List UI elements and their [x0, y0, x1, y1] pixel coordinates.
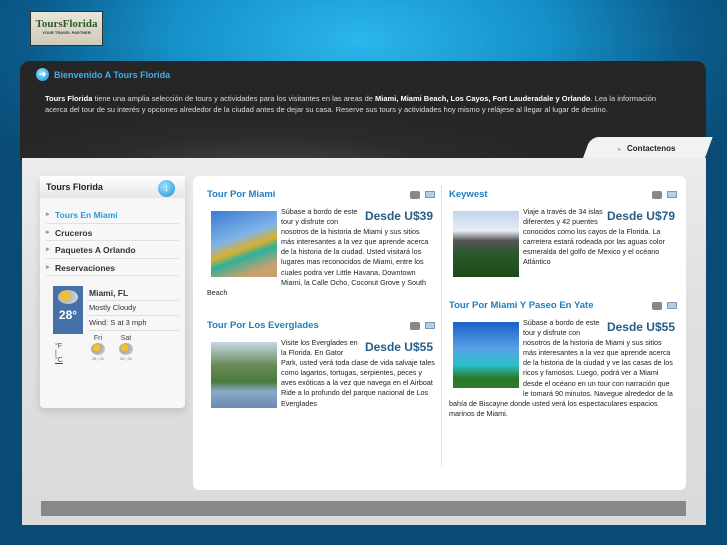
email-icon[interactable]: [667, 302, 677, 309]
email-icon[interactable]: [667, 191, 677, 198]
storm-icon: [119, 343, 133, 355]
email-icon[interactable]: [425, 191, 435, 198]
tour-price: Desde U$79: [606, 209, 675, 223]
email-icon[interactable]: [425, 322, 435, 329]
tour-price: Desde U$55: [364, 340, 433, 354]
tour-card: Tour Por Miami Y Paseo En Yate Desde U$5…: [449, 300, 677, 419]
arrow-right-icon: ➜: [36, 68, 49, 81]
tour-title-link[interactable]: Tour Por Los Everglades: [207, 320, 435, 338]
unit-f-toggle[interactable]: °F: [55, 343, 62, 350]
lighthouse-image: [453, 211, 519, 277]
footer-bar: [41, 501, 686, 516]
tour-card: Tour Por Los Everglades Desde U$55 Visit…: [207, 320, 435, 410]
storm-icon: [91, 343, 105, 355]
forecast-day: Fri 25 | 31: [91, 335, 105, 361]
nav-contact-link[interactable]: ▸ Contactenos: [618, 144, 675, 153]
print-icon[interactable]: [410, 322, 420, 330]
tour-price: Desde U$55: [606, 320, 675, 334]
unit-c-toggle[interactable]: °C: [55, 357, 63, 364]
logo[interactable]: ToursFlorida YOUR TRAVEL PARTNER: [30, 11, 103, 46]
sidebar-item-paquetes-orlando[interactable]: Paquetes A Orlando: [46, 241, 179, 259]
tour-card: Keywest Desde U$79 Viaje a través de 34 …: [449, 189, 677, 279]
weather-condition: Mostly Cloudy: [89, 301, 179, 316]
sidebar-item-cruceros[interactable]: Cruceros: [46, 224, 179, 241]
sidebar-item-reservaciones[interactable]: Reservaciones: [46, 259, 179, 276]
print-icon[interactable]: [410, 191, 420, 199]
lifeguard-tower-image: [211, 211, 277, 277]
weather-city: Miami, FL: [89, 286, 179, 301]
column-divider: [441, 186, 442, 466]
print-icon[interactable]: [652, 302, 662, 310]
tour-title-link[interactable]: Tour Por Miami Y Paseo En Yate: [449, 300, 677, 318]
everglades-airboat-image: [211, 342, 277, 408]
forecast-day: Sat 26 | 31: [119, 335, 133, 361]
welcome-heading: ➜ Bienvenido A Tours Florida: [36, 68, 170, 81]
tour-price: Desde U$39: [364, 209, 433, 223]
arrow-icon: ▸: [618, 147, 622, 153]
intro-text: Tours Florida tiene una amplia selección…: [45, 94, 656, 114]
arrow-down-icon[interactable]: ↓: [158, 180, 175, 197]
weather-wind: Wind: S at 3 mph: [89, 316, 179, 331]
print-icon[interactable]: [652, 191, 662, 199]
palm-beach-image: [453, 322, 519, 388]
cloudy-icon: [58, 290, 78, 304]
temperature: 28°: [58, 308, 78, 322]
sidebar: Tours Florida ↓ Tours En Miami Cruceros …: [40, 176, 185, 408]
sidebar-item-tours-en-miami[interactable]: Tours En Miami: [46, 206, 179, 224]
tour-card: Tour Por Miami Desde U$39 Súbase a bordo…: [207, 189, 435, 298]
tour-title-link[interactable]: Keywest: [449, 189, 677, 207]
tour-title-link[interactable]: Tour Por Miami: [207, 189, 435, 207]
